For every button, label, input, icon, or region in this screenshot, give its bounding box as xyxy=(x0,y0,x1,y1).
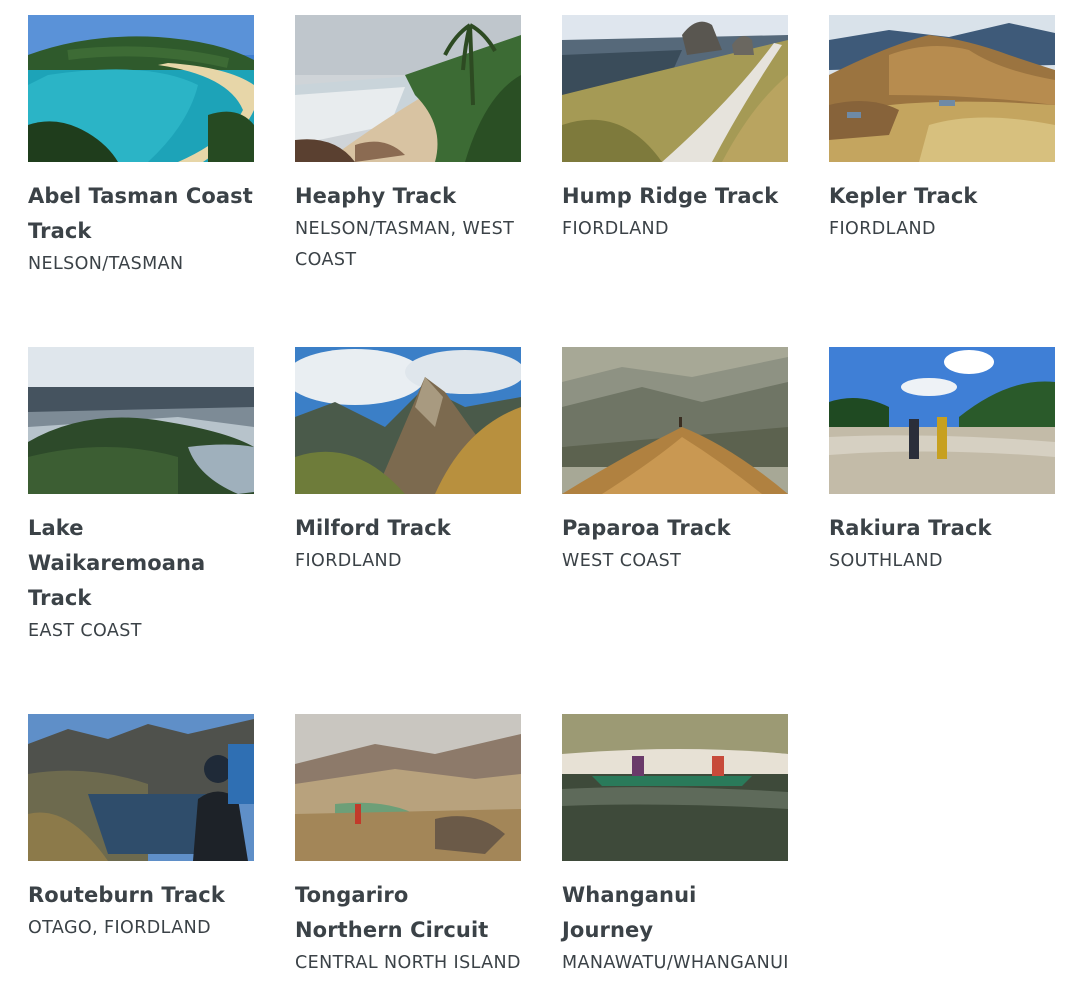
track-region: NELSON/TASMAN xyxy=(28,254,184,274)
track-card[interactable]: Routeburn Track OTAGO, FIORDLAND xyxy=(28,714,254,944)
track-card[interactable]: Heaphy Track NELSON/TASMAN, WEST COAST xyxy=(295,15,521,276)
track-title[interactable]: Paparoa Track xyxy=(562,511,788,546)
track-title[interactable]: Milford Track xyxy=(295,511,521,546)
track-card[interactable]: Kepler Track FIORDLAND xyxy=(829,15,1055,245)
boardwalk-ridge-photo[interactable] xyxy=(562,15,788,162)
volcanic-crater-photo[interactable] xyxy=(295,714,521,861)
hiker-alpine-lake-photo[interactable] xyxy=(28,714,254,861)
track-title[interactable]: Hump Ridge Track xyxy=(562,179,788,214)
track-title[interactable]: Lake Waikaremoana Track xyxy=(28,511,254,616)
track-title[interactable]: Whanganui Journey xyxy=(562,878,788,948)
lake-forest-ridges-photo[interactable] xyxy=(28,347,254,494)
track-card[interactable]: Lake Waikaremoana Track EAST COAST xyxy=(28,347,254,647)
track-region: CENTRAL NORTH ISLAND xyxy=(295,953,521,973)
track-region: FIORDLAND xyxy=(829,219,936,239)
track-card[interactable]: Milford Track FIORDLAND xyxy=(295,347,521,577)
track-title[interactable]: Tongariro Northern Circuit xyxy=(295,878,521,948)
track-region: MANAWATU/WHANGANUI xyxy=(562,953,789,973)
track-title[interactable]: Kepler Track xyxy=(829,179,1055,214)
coastal-bay-photo[interactable] xyxy=(28,15,254,162)
track-card[interactable]: Hump Ridge Track FIORDLAND xyxy=(562,15,788,245)
track-card[interactable]: Paparoa Track WEST COAST xyxy=(562,347,788,577)
track-region: WEST COAST xyxy=(562,551,682,571)
track-region: NELSON/TASMAN, WEST COAST xyxy=(295,219,515,270)
alpine-tussock-photo[interactable] xyxy=(829,15,1055,162)
track-title[interactable]: Abel Tasman Coast Track xyxy=(28,179,254,249)
tidal-flat-trampers-photo[interactable] xyxy=(829,347,1055,494)
river-canoe-photo[interactable] xyxy=(562,714,788,861)
track-region: EAST COAST xyxy=(28,621,142,641)
track-region: FIORDLAND xyxy=(562,219,669,239)
track-title[interactable]: Heaphy Track xyxy=(295,179,521,214)
beach-nikau-palms-photo[interactable] xyxy=(295,15,521,162)
track-card[interactable]: Tongariro Northern Circuit CENTRAL NORTH… xyxy=(295,714,521,979)
track-region: FIORDLAND xyxy=(295,551,402,571)
misty-range-photo[interactable] xyxy=(562,347,788,494)
track-card[interactable]: Rakiura Track SOUTHLAND xyxy=(829,347,1055,577)
track-region: OTAGO, FIORDLAND xyxy=(28,918,211,938)
track-region: SOUTHLAND xyxy=(829,551,943,571)
track-card[interactable]: Abel Tasman Coast Track NELSON/TASMAN xyxy=(28,15,254,280)
track-title[interactable]: Rakiura Track xyxy=(829,511,1055,546)
track-title[interactable]: Routeburn Track xyxy=(28,878,254,913)
mountain-peak-photo[interactable] xyxy=(295,347,521,494)
track-card[interactable]: Whanganui Journey MANAWATU/WHANGANUI xyxy=(562,714,788,979)
